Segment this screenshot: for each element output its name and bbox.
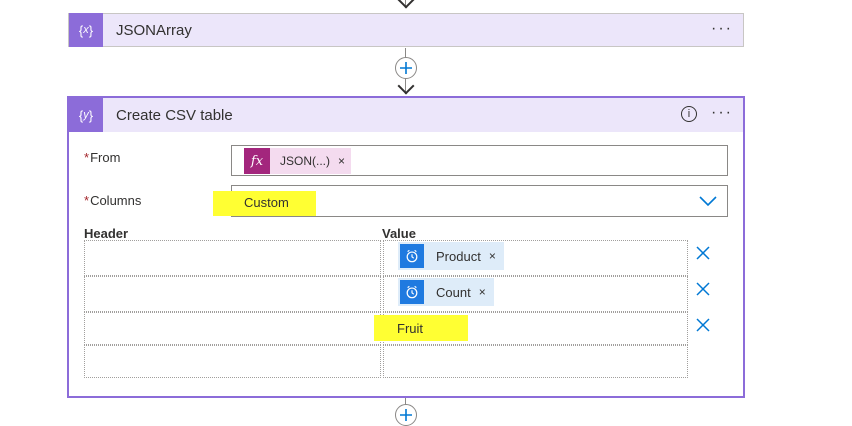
header-cell-2[interactable]: [84, 276, 381, 312]
value-token-remove-button[interactable]: ×: [489, 249, 496, 263]
from-token-label: JSON(...): [280, 154, 330, 168]
clock-icon: [400, 280, 424, 304]
insert-step-button[interactable]: [395, 57, 417, 79]
value-token-label: Count: [436, 284, 471, 300]
connector-arrow-middle: [397, 77, 415, 95]
clock-icon: [400, 244, 424, 268]
columns-selected-value: Custom: [244, 195, 289, 210]
delete-row-1-icon[interactable]: [695, 245, 711, 261]
fx-icon: fx: [244, 148, 270, 174]
value-token-product[interactable]: Product ×: [398, 242, 504, 270]
header-cell-4[interactable]: [84, 345, 381, 378]
delete-row-3-icon[interactable]: [695, 317, 711, 333]
variable-braces-icon: {x}: [69, 13, 103, 47]
value-column-title: Value: [382, 226, 416, 241]
chevron-down-icon[interactable]: [699, 195, 717, 207]
header-column-title: Header: [84, 226, 129, 241]
header-cell-3[interactable]: [84, 312, 381, 345]
json-array-title: JSONArray: [116, 21, 192, 39]
csv-card-more-button[interactable]: ···: [711, 104, 733, 122]
connector-arrow-top: [397, 0, 415, 9]
plus-icon: [400, 409, 412, 421]
header-cell-1[interactable]: [84, 240, 381, 276]
insert-step-bottom-button[interactable]: [395, 404, 417, 426]
value-token-remove-button[interactable]: ×: [479, 285, 486, 299]
from-token-remove-button[interactable]: ×: [338, 154, 345, 168]
value-cell-4[interactable]: [383, 345, 688, 378]
info-icon[interactable]: i: [681, 106, 697, 122]
csv-card-header[interactable]: {y} Create CSV table i ···: [69, 98, 743, 132]
value-text-fruit: Fruit: [397, 321, 423, 336]
value-token-count[interactable]: Count ×: [398, 278, 494, 306]
from-label: *From: [84, 150, 121, 165]
table-braces-icon: {y}: [69, 98, 103, 132]
csv-card-title: Create CSV table: [116, 106, 233, 124]
value-token-label: Product: [436, 248, 481, 264]
from-expression-token[interactable]: fx JSON(...) ×: [244, 148, 352, 174]
json-array-card[interactable]: {x} JSONArray ···: [68, 13, 744, 47]
json-array-more-button[interactable]: ···: [711, 20, 733, 38]
delete-row-2-icon[interactable]: [695, 281, 711, 297]
plus-icon: [400, 62, 412, 74]
columns-label: *Columns: [84, 193, 142, 208]
